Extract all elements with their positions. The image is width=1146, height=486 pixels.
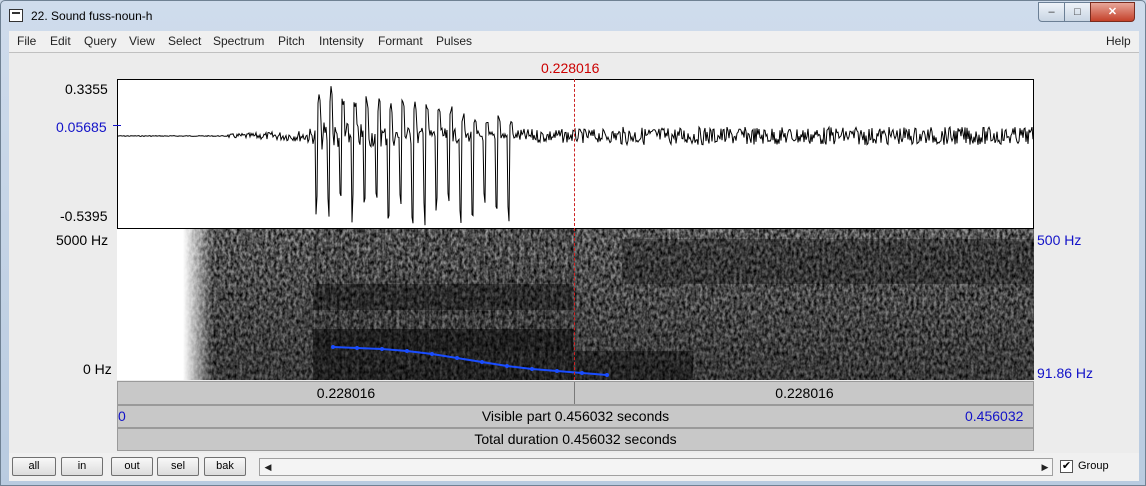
total-duration-bar[interactable]: Total duration 0.456032 seconds bbox=[117, 428, 1034, 451]
voicing-striation bbox=[315, 229, 319, 380]
zoom-back-button[interactable]: bak bbox=[204, 457, 246, 476]
voicing-striation bbox=[480, 229, 484, 380]
voicing-striation bbox=[502, 229, 506, 380]
pitch-point bbox=[530, 367, 534, 371]
menu-select[interactable]: Select bbox=[168, 34, 201, 48]
menu-view[interactable]: View bbox=[129, 34, 155, 48]
zoom-out-button[interactable]: out bbox=[111, 457, 153, 476]
close-button[interactable]: ✕ bbox=[1090, 2, 1135, 22]
pitch-point bbox=[455, 356, 459, 360]
right-part-label: 0.228016 bbox=[775, 385, 834, 401]
voicing-striation bbox=[546, 229, 550, 380]
time-cursor[interactable] bbox=[574, 79, 575, 380]
waveform-plot bbox=[118, 86, 1033, 226]
window-title: 22. Sound fuss-noun-h bbox=[31, 9, 153, 23]
pitch-point bbox=[480, 360, 484, 364]
scroll-right-icon[interactable]: ▶ bbox=[1038, 460, 1052, 474]
praat-sound-window: 22. Sound fuss-noun-h – □ ✕ File Edit Qu… bbox=[0, 0, 1146, 486]
voicing-striation bbox=[524, 229, 528, 380]
spectrogram-top-freq: 5000 Hz bbox=[56, 232, 109, 248]
pitch-point bbox=[555, 369, 559, 373]
visible-end-label: 0.456032 bbox=[965, 408, 1024, 424]
spectrogram-panel[interactable] bbox=[117, 229, 1034, 380]
maximize-button[interactable]: □ bbox=[1064, 2, 1091, 22]
pitch-point bbox=[430, 352, 434, 356]
menu-edit[interactable]: Edit bbox=[50, 34, 71, 48]
spectrogram-plot bbox=[117, 229, 1034, 380]
voicing-striation bbox=[414, 229, 418, 380]
voicing-striation bbox=[326, 229, 330, 380]
voicing-striation bbox=[337, 229, 341, 380]
voicing-striation bbox=[425, 229, 429, 380]
selection-bar[interactable]: 0.228016 0.228016 bbox=[117, 381, 1034, 405]
title-bar: 22. Sound fuss-noun-h – □ ✕ bbox=[1, 1, 1145, 31]
voicing-striation bbox=[359, 229, 363, 380]
pitch-point bbox=[380, 347, 384, 351]
voicing-striation bbox=[535, 229, 539, 380]
left-part-button[interactable]: 0.228016 bbox=[118, 382, 575, 404]
bottom-toolbar: all in out sel bak ◀ ▶ ✔ Group bbox=[9, 453, 1139, 481]
waveform-trace bbox=[118, 86, 1033, 226]
visible-part-bar[interactable]: Visible part 0.456032 seconds bbox=[117, 405, 1034, 428]
voicing-striation bbox=[469, 229, 473, 380]
left-part-label: 0.228016 bbox=[316, 385, 376, 401]
visible-part-label: Visible part 0.456032 seconds bbox=[481, 408, 670, 424]
menu-query[interactable]: Query bbox=[84, 34, 117, 48]
zoom-all-button[interactable]: all bbox=[12, 457, 56, 476]
voicing-striation bbox=[491, 229, 495, 380]
menu-spectrum[interactable]: Spectrum bbox=[213, 34, 264, 48]
voicing-striation bbox=[381, 229, 385, 380]
menu-file[interactable]: File bbox=[17, 34, 36, 48]
minimize-button[interactable]: – bbox=[1038, 2, 1065, 22]
waveform-max-label: 0.3355 bbox=[65, 81, 108, 97]
pitch-point bbox=[405, 349, 409, 353]
pitch-bottom-label: 91.86 Hz bbox=[1037, 365, 1094, 381]
waveform-cursor-tick bbox=[113, 125, 121, 126]
pitch-point bbox=[605, 373, 609, 377]
menu-pitch[interactable]: Pitch bbox=[278, 34, 305, 48]
total-duration-label: Total duration 0.456032 seconds bbox=[474, 431, 677, 447]
cursor-time-label: 0.228016 bbox=[541, 60, 600, 76]
waveform-cursor-value: 0.05685 bbox=[56, 119, 107, 135]
zoom-in-button[interactable]: in bbox=[61, 457, 103, 476]
scroll-left-icon[interactable]: ◀ bbox=[261, 460, 275, 474]
group-checkbox[interactable]: ✔ bbox=[1060, 460, 1073, 473]
group-label: Group bbox=[1078, 460, 1109, 472]
pitch-top-label: 500 Hz bbox=[1037, 232, 1082, 248]
spectrogram-bottom-freq: 0 Hz bbox=[83, 361, 112, 377]
voicing-striation bbox=[403, 229, 407, 380]
menu-bar: File Edit Query View Select Spectrum Pit… bbox=[9, 31, 1139, 52]
time-scrollbar[interactable]: ◀ ▶ bbox=[259, 458, 1053, 476]
zoom-selection-button[interactable]: sel bbox=[157, 457, 199, 476]
voicing-striation bbox=[436, 229, 440, 380]
voicing-striation bbox=[568, 229, 572, 380]
voicing-striation bbox=[392, 229, 396, 380]
pitch-point bbox=[580, 371, 584, 375]
voicing-striation bbox=[370, 229, 374, 380]
menu-formant[interactable]: Formant bbox=[378, 34, 423, 48]
pitch-point bbox=[505, 364, 509, 368]
menu-pulses[interactable]: Pulses bbox=[436, 34, 472, 48]
menu-help[interactable]: Help bbox=[1106, 34, 1131, 48]
menu-intensity[interactable]: Intensity bbox=[319, 34, 364, 48]
voicing-striation bbox=[348, 229, 352, 380]
voicing-striation bbox=[513, 229, 517, 380]
window-app-icon bbox=[9, 9, 23, 22]
pitch-point bbox=[355, 346, 359, 350]
visible-start-label: 0 bbox=[118, 408, 126, 424]
waveform-panel[interactable] bbox=[117, 79, 1034, 229]
waveform-min-label: -0.5395 bbox=[60, 208, 108, 224]
voicing-striation bbox=[557, 229, 561, 380]
pitch-point bbox=[331, 345, 335, 349]
right-part-button[interactable]: 0.228016 bbox=[576, 382, 1033, 404]
